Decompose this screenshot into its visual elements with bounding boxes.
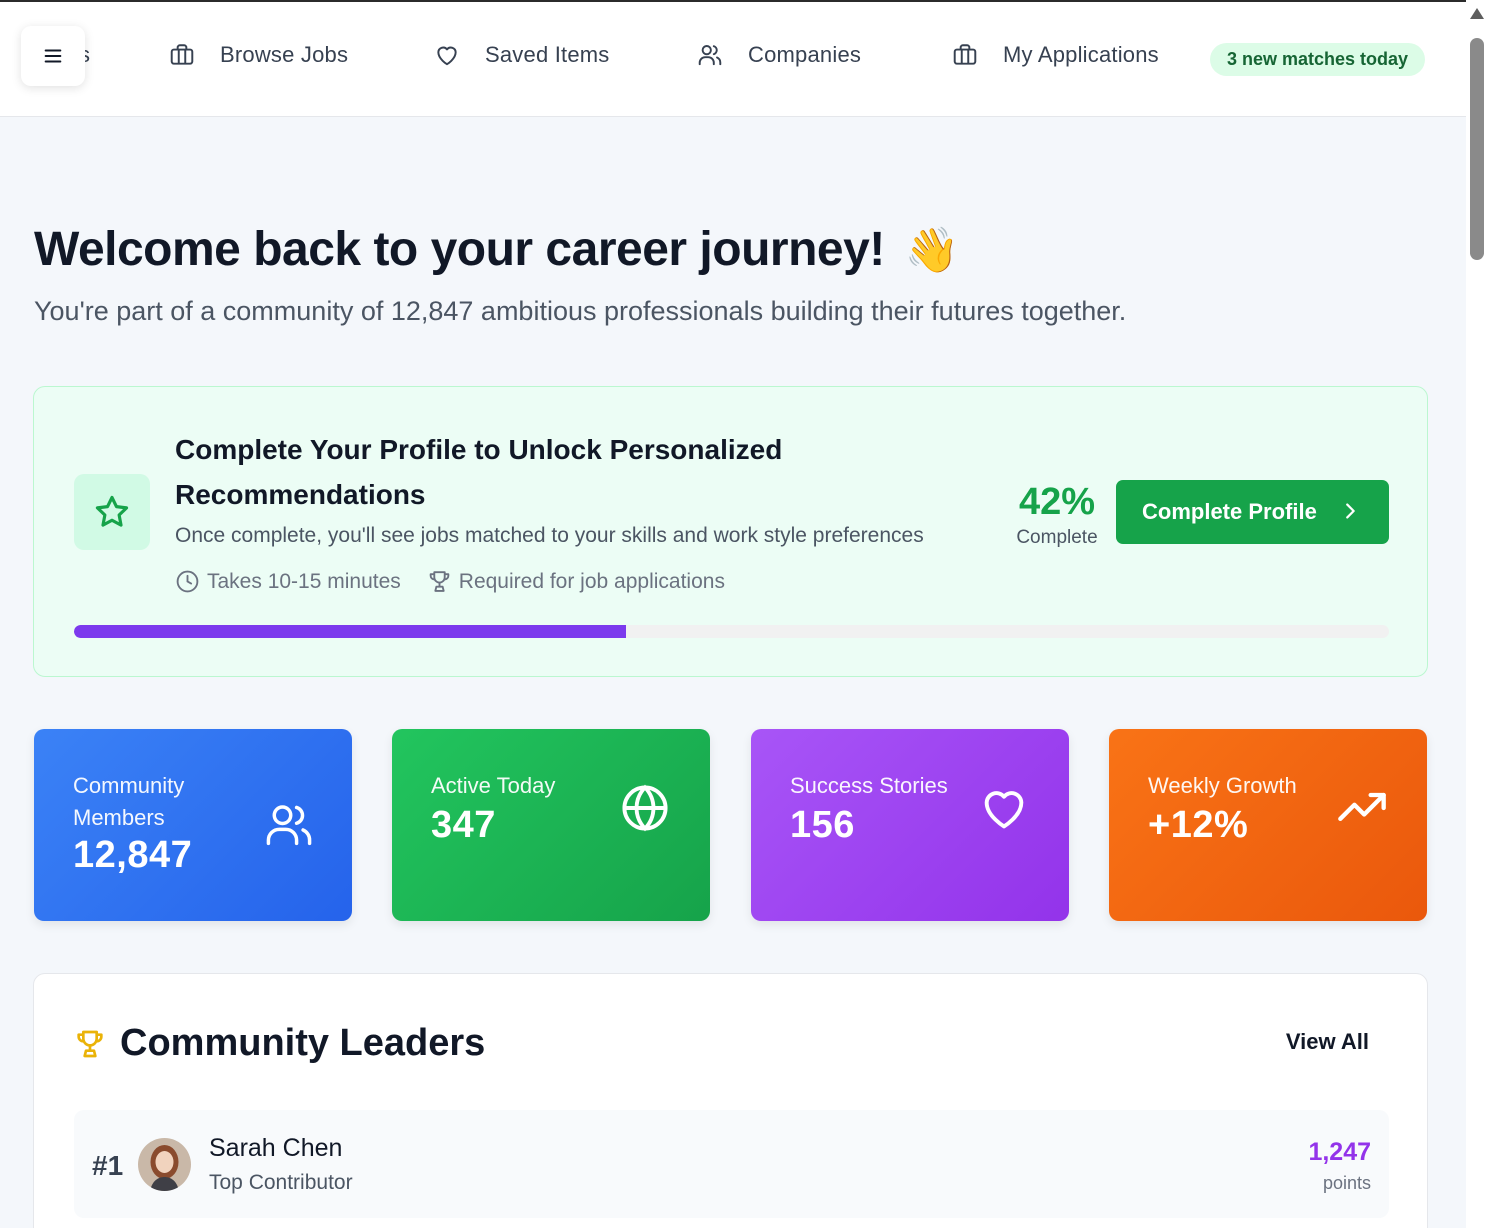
completion-label: Complete	[1016, 527, 1098, 548]
points-value: 1,247	[1308, 1138, 1371, 1166]
nav-label: My Applications	[1003, 42, 1159, 67]
stat-card-active-today: Active Today 347	[392, 729, 710, 921]
requirement-note: Required for job applications	[427, 569, 725, 594]
page-title: Welcome back to your career journey! 👋	[34, 222, 960, 277]
leader-row[interactable]: #1 Sarah Chen Top Contributor 1,247 poin…	[74, 1110, 1389, 1218]
nav-my-applications[interactable]: My Applications	[952, 42, 1159, 68]
globe-icon	[622, 784, 668, 832]
completion-percentage: 42% Complete	[1012, 479, 1102, 549]
stat-value: 347	[431, 804, 496, 846]
scrollbar[interactable]	[1466, 0, 1488, 1228]
stat-value: 12,847	[73, 834, 193, 876]
briefcase-icon	[953, 44, 977, 65]
stat-label: Weekly Growth	[1148, 773, 1297, 798]
trophy-icon	[77, 1030, 103, 1057]
nav-browse-jobs[interactable]: Browse Jobs	[169, 42, 348, 68]
profile-completion-card: Complete Your Profile to Unlock Personal…	[33, 386, 1428, 677]
stat-card-weekly-growth: Weekly Growth +12%	[1109, 729, 1427, 921]
top-nav-bar: s Browse Jobs Saved Items Companies My A…	[0, 2, 1466, 117]
nav-label: Companies	[748, 42, 862, 67]
profile-card-title: Complete Your Profile to Unlock Personal…	[175, 434, 783, 510]
star-icon	[95, 495, 129, 527]
leader-name: Sarah Chen	[209, 1134, 343, 1162]
heart-icon	[437, 46, 457, 66]
profile-progress-fill	[74, 625, 627, 638]
trending-up-icon	[1338, 792, 1386, 821]
scroll-thumb[interactable]	[1470, 38, 1484, 260]
nav-saved-items[interactable]: Saved Items	[434, 42, 609, 68]
community-leaders-card: Community Leaders View All #1 Sarah Chen…	[33, 973, 1428, 1228]
hamburger-icon	[44, 49, 62, 63]
leader-points: 1,247 points	[1308, 1138, 1371, 1194]
leaders-header: Community Leaders	[74, 1022, 485, 1065]
stat-label: Active Today	[431, 773, 556, 798]
leaders-title: Community Leaders	[120, 1022, 486, 1064]
profile-card-description: Once complete, you'll see jobs matched t…	[175, 524, 924, 547]
points-label: points	[1322, 1173, 1371, 1193]
profile-progress-bar	[74, 625, 1389, 638]
menu-button[interactable]	[21, 26, 85, 86]
chevron-right-icon	[1346, 503, 1355, 519]
nav-label: Saved Items	[485, 42, 610, 67]
profile-meta: Takes 10-15 minutes Required for job app…	[175, 569, 725, 594]
nav-companies[interactable]: Companies	[697, 42, 861, 68]
welcome-subtitle: You're part of a community of 12,847 amb…	[34, 296, 1127, 326]
welcome-heading: Welcome back to your career journey!	[34, 223, 885, 276]
trophy-icon	[429, 571, 450, 592]
stat-value: 156	[790, 804, 855, 846]
users-icon	[698, 45, 722, 66]
heart-icon	[984, 791, 1024, 829]
complete-profile-button[interactable]: Complete Profile	[1116, 480, 1389, 544]
time-estimate: Takes 10-15 minutes	[175, 569, 401, 594]
avatar	[138, 1138, 191, 1191]
requirement-label: Required for job applications	[458, 569, 725, 593]
nav-label: Browse Jobs	[220, 42, 349, 67]
new-matches-badge[interactable]: 3 new matches today	[1210, 43, 1426, 76]
leader-rank: #1	[92, 1150, 124, 1181]
time-estimate-label: Takes 10-15 minutes	[207, 569, 401, 593]
complete-profile-label: Complete Profile	[1142, 499, 1317, 524]
briefcase-icon	[170, 44, 194, 65]
stat-value: +12%	[1148, 804, 1249, 846]
completion-value: 42%	[1018, 481, 1096, 523]
users-icon	[266, 805, 312, 846]
stat-label: Community Members	[73, 773, 185, 830]
stat-card-success-stories: Success Stories 156	[751, 729, 1069, 921]
leader-role: Top Contributor	[209, 1171, 353, 1194]
view-all-link[interactable]: View All	[1286, 1029, 1369, 1055]
avatar-image	[138, 1138, 191, 1191]
clock-icon	[176, 570, 199, 593]
stat-card-community-members: Community Members 12,847	[34, 729, 352, 921]
waving-hand-emoji: 👋	[904, 225, 960, 275]
star-badge	[74, 474, 150, 550]
stat-label: Success Stories	[790, 773, 948, 798]
scroll-up-arrow[interactable]	[1470, 8, 1484, 19]
